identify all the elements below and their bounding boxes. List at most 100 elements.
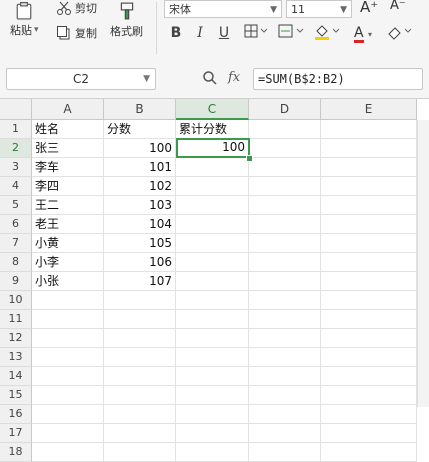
- cell-a9[interactable]: 小张: [32, 272, 104, 291]
- cell-d6[interactable]: [249, 215, 321, 234]
- cell-e7[interactable]: [321, 234, 417, 253]
- cell-d7[interactable]: [249, 234, 321, 253]
- cell-e10[interactable]: [321, 291, 417, 310]
- cell-a13[interactable]: [32, 348, 104, 367]
- merge-cells-button[interactable]: [276, 24, 306, 42]
- fill-handle[interactable]: [246, 155, 253, 162]
- underline-button[interactable]: U: [214, 24, 234, 42]
- cell-e9[interactable]: [321, 272, 417, 291]
- row-header-1[interactable]: 1: [0, 120, 32, 139]
- cell-d5[interactable]: [249, 196, 321, 215]
- row-header-16[interactable]: 16: [0, 405, 32, 424]
- copy-button[interactable]: 复制: [56, 25, 97, 41]
- cell-b18[interactable]: [104, 443, 176, 462]
- cell-a16[interactable]: [32, 405, 104, 424]
- cell-b7[interactable]: 105: [104, 234, 176, 253]
- cell-b9[interactable]: 107: [104, 272, 176, 291]
- cell-b16[interactable]: [104, 405, 176, 424]
- cell-a7[interactable]: 小黄: [32, 234, 104, 253]
- cell-b6[interactable]: 104: [104, 215, 176, 234]
- cell-e15[interactable]: [321, 386, 417, 405]
- cell-e12[interactable]: [321, 329, 417, 348]
- cell-d11[interactable]: [249, 310, 321, 329]
- cell-d9[interactable]: [249, 272, 321, 291]
- cell-e2[interactable]: [321, 139, 417, 158]
- column-header-c[interactable]: C: [176, 99, 249, 120]
- cell-c12[interactable]: [176, 329, 249, 348]
- cell-a8[interactable]: 小李: [32, 253, 104, 272]
- cell-e5[interactable]: [321, 196, 417, 215]
- cell-e13[interactable]: [321, 348, 417, 367]
- cell-a5[interactable]: 王二: [32, 196, 104, 215]
- cell-c7[interactable]: [176, 234, 249, 253]
- cell-c18[interactable]: [176, 443, 249, 462]
- cell-b14[interactable]: [104, 367, 176, 386]
- cell-c2[interactable]: 100: [176, 138, 250, 158]
- cell-e6[interactable]: [321, 215, 417, 234]
- cell-d2[interactable]: [249, 139, 321, 158]
- cell-b15[interactable]: [104, 386, 176, 405]
- cell-d13[interactable]: [249, 348, 321, 367]
- cell-e1[interactable]: [321, 120, 417, 139]
- cell-e3[interactable]: [321, 158, 417, 177]
- row-header-2[interactable]: 2: [0, 139, 32, 158]
- cell-c8[interactable]: [176, 253, 249, 272]
- row-header-6[interactable]: 6: [0, 215, 32, 234]
- cell-b8[interactable]: 106: [104, 253, 176, 272]
- cell-a18[interactable]: [32, 443, 104, 462]
- cell-c10[interactable]: [176, 291, 249, 310]
- cell-a6[interactable]: 老王: [32, 215, 104, 234]
- cell-d18[interactable]: [249, 443, 321, 462]
- cell-a10[interactable]: [32, 291, 104, 310]
- cell-d3[interactable]: [249, 158, 321, 177]
- cell-e8[interactable]: [321, 253, 417, 272]
- font-color-button[interactable]: A ▾: [348, 24, 378, 43]
- cell-a15[interactable]: [32, 386, 104, 405]
- cell-b4[interactable]: 102: [104, 177, 176, 196]
- cell-a3[interactable]: 李车: [32, 158, 104, 177]
- row-header-4[interactable]: 4: [0, 177, 32, 196]
- column-header-d[interactable]: D: [249, 99, 321, 120]
- select-all-corner[interactable]: [0, 99, 32, 120]
- row-header-13[interactable]: 13: [0, 348, 32, 367]
- cell-b3[interactable]: 101: [104, 158, 176, 177]
- cell-c14[interactable]: [176, 367, 249, 386]
- cell-b10[interactable]: [104, 291, 176, 310]
- row-header-17[interactable]: 17: [0, 424, 32, 443]
- cell-d17[interactable]: [249, 424, 321, 443]
- cell-e4[interactable]: [321, 177, 417, 196]
- cell-d4[interactable]: [249, 177, 321, 196]
- row-header-18[interactable]: 18: [0, 443, 32, 462]
- bold-button[interactable]: B: [166, 24, 186, 42]
- cell-c4[interactable]: [176, 177, 249, 196]
- column-header-b[interactable]: B: [104, 99, 176, 120]
- cut-button[interactable]: 剪切: [56, 0, 97, 16]
- cell-a11[interactable]: [32, 310, 104, 329]
- cell-a12[interactable]: [32, 329, 104, 348]
- fill-color-button[interactable]: [312, 24, 342, 42]
- cell-c11[interactable]: [176, 310, 249, 329]
- row-header-10[interactable]: 10: [0, 291, 32, 310]
- cell-e14[interactable]: [321, 367, 417, 386]
- column-header-a[interactable]: A: [32, 99, 104, 120]
- cell-d8[interactable]: [249, 253, 321, 272]
- clear-format-button[interactable]: [384, 24, 414, 42]
- cell-c17[interactable]: [176, 424, 249, 443]
- cell-c5[interactable]: [176, 196, 249, 215]
- cell-a14[interactable]: [32, 367, 104, 386]
- cell-b1[interactable]: 分数: [104, 120, 176, 139]
- paste-button[interactable]: 粘贴 ▾: [10, 2, 39, 38]
- borders-button[interactable]: [242, 24, 270, 42]
- cell-d14[interactable]: [249, 367, 321, 386]
- cell-e18[interactable]: [321, 443, 417, 462]
- cell-d16[interactable]: [249, 405, 321, 424]
- row-header-5[interactable]: 5: [0, 196, 32, 215]
- row-header-14[interactable]: 14: [0, 367, 32, 386]
- increase-font-size-button[interactable]: A⁺: [360, 0, 378, 16]
- row-header-9[interactable]: 9: [0, 272, 32, 291]
- cell-c1[interactable]: 累计分数: [176, 120, 249, 139]
- cell-b5[interactable]: 103: [104, 196, 176, 215]
- font-size-select[interactable]: 11 ▼: [286, 0, 352, 18]
- cell-e17[interactable]: [321, 424, 417, 443]
- cell-a4[interactable]: 李四: [32, 177, 104, 196]
